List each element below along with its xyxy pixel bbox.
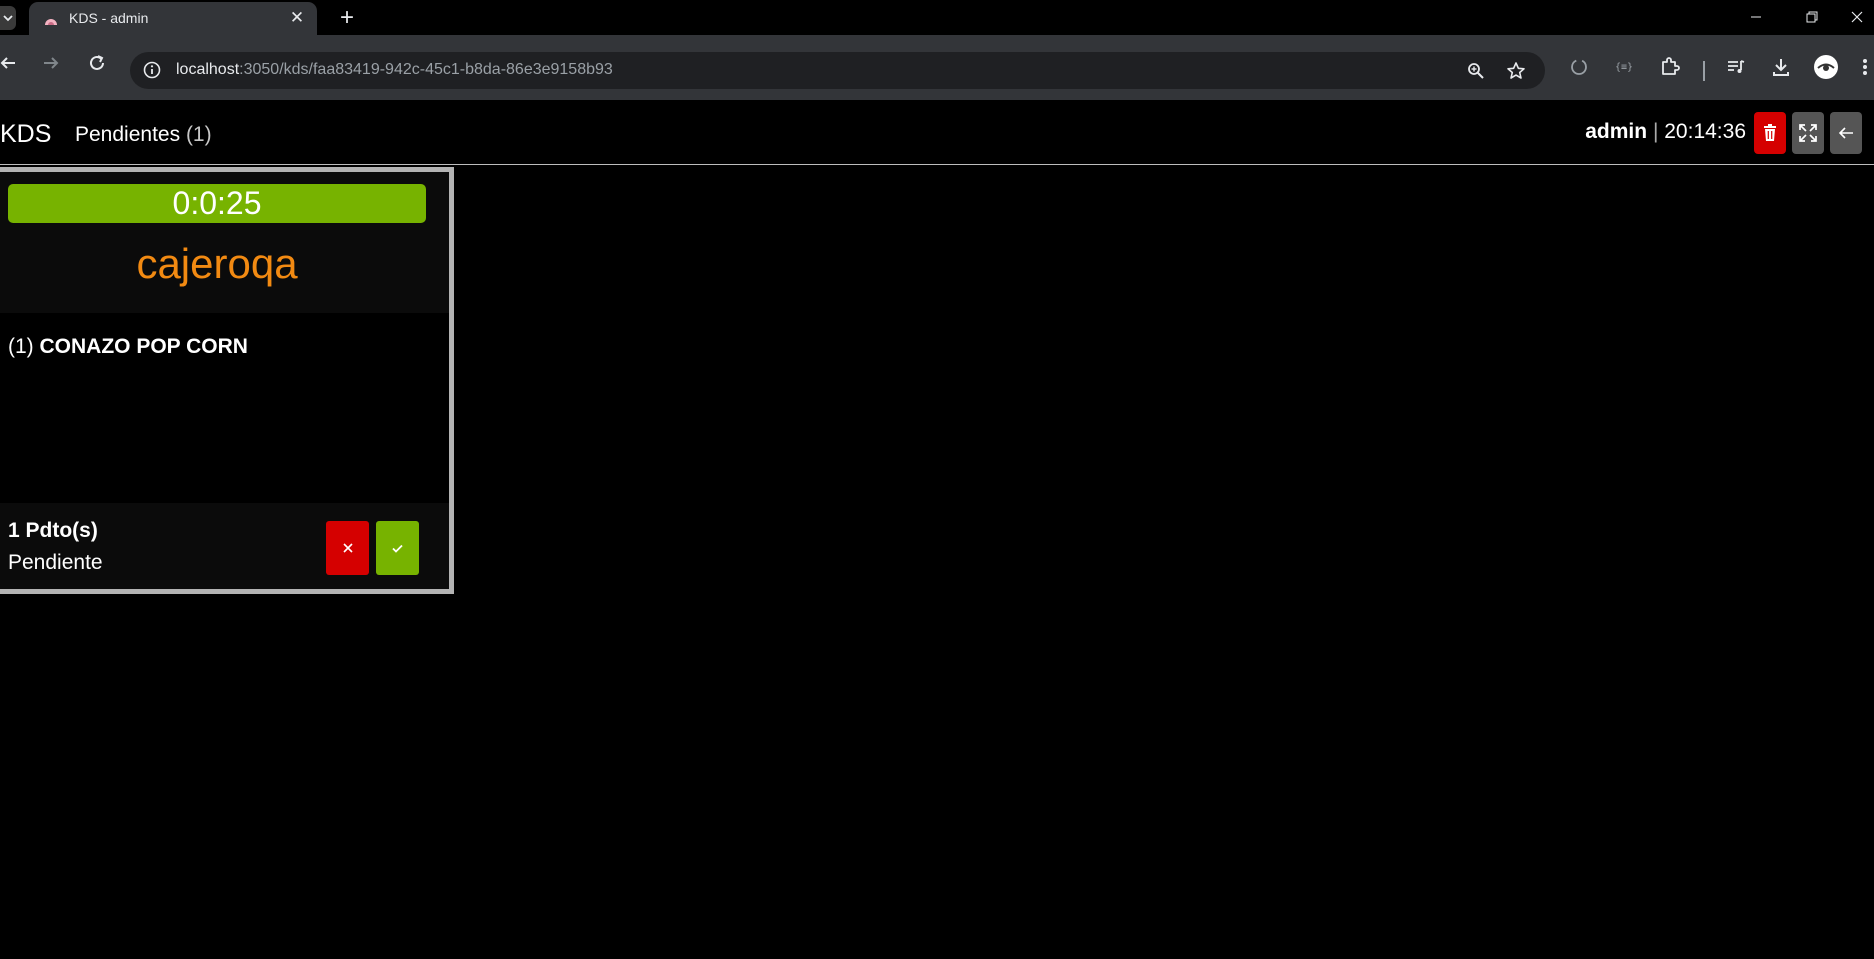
back-button[interactable] [0, 47, 24, 79]
close-icon [342, 543, 353, 553]
minimize-button[interactable] [1734, 0, 1778, 34]
url-text[interactable]: localhost:3050/kds/faa83419-942c-45c1-b8… [176, 61, 613, 79]
download-icon[interactable] [1765, 51, 1797, 83]
order-timer: 0:0:25 [8, 184, 426, 223]
fullscreen-button[interactable] [1792, 112, 1824, 154]
new-tab-button[interactable]: + [333, 4, 361, 32]
address-bar[interactable]: localhost:3050/kds/faa83419-942c-45c1-b8… [130, 52, 1545, 89]
favicon-icon [45, 19, 57, 25]
user-clock: admin | 20:14:36 [1585, 120, 1746, 144]
sync-icon[interactable] [1563, 51, 1595, 83]
menu-kebab-icon[interactable] [1856, 51, 1874, 83]
tab-title: KDS - admin [69, 10, 149, 26]
item-name: CONAZO POP CORN [39, 335, 248, 358]
order-status: Pendiente [8, 551, 103, 574]
url-path: :3050/kds/faa83419-942c-45c1-b8da-86e3e9… [239, 61, 613, 78]
order-items: (1) CONAZO POP CORN [0, 313, 449, 503]
browser-toolbar: localhost:3050/kds/faa83419-942c-45c1-b8… [0, 35, 1874, 100]
back-app-button[interactable] [1830, 112, 1862, 154]
extension-json-icon[interactable]: {≡} [1608, 51, 1640, 83]
trash-icon [1764, 124, 1776, 141]
username: admin [1585, 120, 1648, 143]
arrow-left-icon [1838, 127, 1853, 139]
media-queue-icon[interactable] [1720, 51, 1752, 83]
app-header: KDS Pendientes (1) admin | 20:14:36 [0, 100, 1874, 165]
brand-title[interactable]: KDS [0, 120, 51, 149]
extensions-puzzle-icon[interactable] [1654, 51, 1686, 83]
user-separator: | [1652, 120, 1659, 143]
minimize-icon [1751, 16, 1761, 18]
list-item[interactable]: (1) CONAZO POP CORN [8, 335, 248, 359]
bookmark-star-icon[interactable] [1504, 59, 1528, 83]
cashier-name: cajeroqa [136, 240, 298, 287]
order-card-header: 0:0:25 cajeroqa [0, 172, 449, 313]
nav-pending-count: (1) [185, 123, 212, 146]
chevron-down-icon [3, 15, 13, 22]
order-card-footer: 1 Pdto(s) Pendiente [0, 503, 449, 589]
arrow-left-icon [0, 57, 15, 69]
product-count: 1 Pdto(s) [8, 519, 98, 542]
browser-tab[interactable]: KDS - admin ✕ [29, 2, 317, 35]
clock: 20:14:36 [1664, 120, 1746, 143]
browser-tabstrip: KDS - admin ✕ + [0, 0, 1874, 35]
info-icon[interactable] [142, 60, 162, 80]
delete-button[interactable] [1754, 112, 1786, 154]
check-icon [392, 544, 403, 553]
complete-order-button[interactable] [376, 521, 419, 575]
nav-pending-label: Pendientes [75, 123, 181, 146]
toolbar-divider [1703, 61, 1705, 81]
restore-button[interactable] [1790, 0, 1834, 34]
url-host: localhost [176, 61, 240, 78]
close-window-button[interactable] [1840, 0, 1874, 34]
order-card[interactable]: 0:0:25 cajeroqa (1) CONAZO POP CORN 1 Pd… [0, 167, 454, 594]
cancel-order-button[interactable] [326, 521, 369, 575]
reload-button[interactable] [81, 47, 113, 79]
zoom-icon[interactable] [1464, 59, 1488, 83]
close-icon [1851, 11, 1863, 23]
forward-button[interactable] [35, 47, 67, 79]
fullscreen-icon [1799, 124, 1817, 142]
nav-pending-link[interactable]: Pendientes (1) [75, 123, 212, 147]
profile-avatar-icon[interactable] [1810, 51, 1842, 83]
reload-icon [90, 55, 104, 70]
tab-close-icon[interactable]: ✕ [287, 7, 307, 29]
tab-search-button[interactable] [0, 6, 16, 30]
arrow-right-icon [44, 57, 59, 69]
item-quantity: (1) [8, 335, 34, 358]
restore-icon [1806, 11, 1818, 23]
